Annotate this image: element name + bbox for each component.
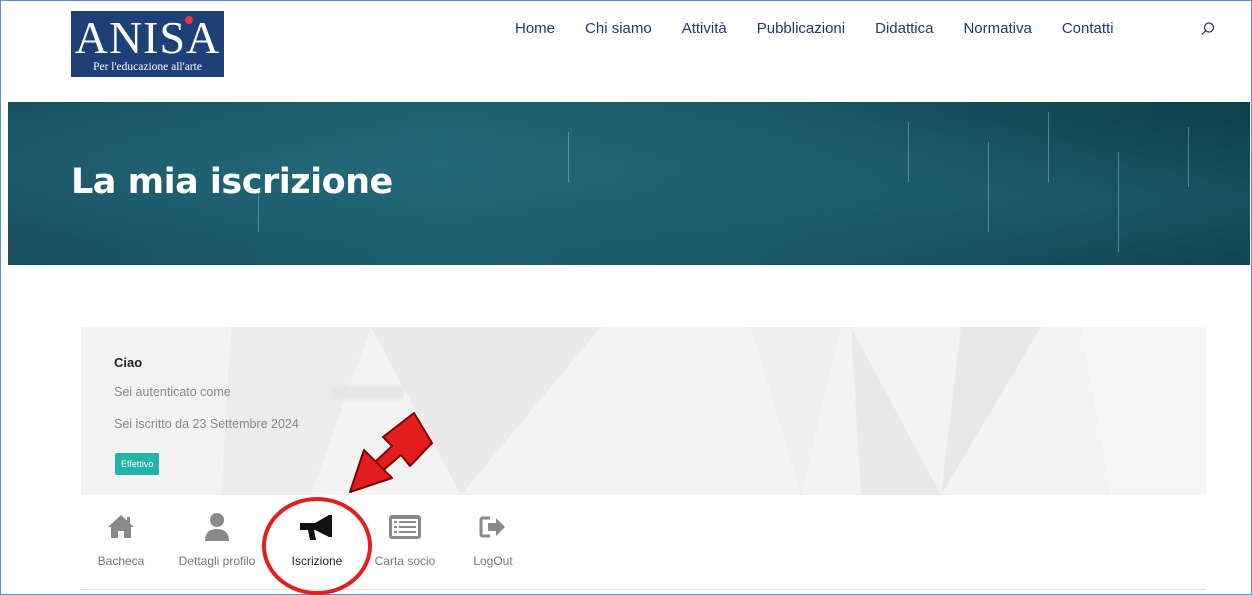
- logo-dot: [185, 16, 193, 24]
- tab-label: Carta socio: [374, 554, 436, 568]
- panel-background-shapes: [221, 327, 1206, 495]
- greeting-text: Ciao: [114, 355, 143, 370]
- user-icon: [205, 513, 229, 541]
- logo-text: ANISA: [74, 12, 221, 63]
- main-nav: Home Chi siamo Attività Pubblicazioni Di…: [515, 20, 1144, 38]
- megaphone-icon: [300, 515, 332, 540]
- home-icon: [108, 515, 134, 538]
- page-frame: [0, 0, 1252, 595]
- tab-label: Bacheca: [97, 554, 145, 568]
- tab-label: Dettagli profilo: [178, 554, 256, 568]
- auth-text: Sei autenticato come: [114, 385, 231, 399]
- tab-dettagli-profilo[interactable]: Dettagli profilo: [171, 510, 263, 568]
- page-title: La mia iscrizione: [71, 162, 393, 202]
- redacted-username: [332, 386, 404, 400]
- tab-bacheca[interactable]: Bacheca: [81, 510, 161, 568]
- nav-home[interactable]: Home: [515, 20, 555, 38]
- nav-normativa[interactable]: Normativa: [963, 20, 1031, 38]
- nav-pubblicazioni[interactable]: Pubblicazioni: [757, 20, 845, 38]
- tab-carta-socio[interactable]: Carta socio: [369, 510, 441, 568]
- nav-attivita[interactable]: Attività: [682, 20, 727, 38]
- account-panel: Ciao Sei autenticato come Sei iscritto d…: [81, 327, 1206, 495]
- page-banner: La mia iscrizione: [8, 102, 1250, 265]
- logo-tagline: Per l'educazione all'arte: [93, 61, 202, 73]
- tab-label: Iscrizione: [291, 554, 343, 568]
- account-tabs: Bacheca Dettagli profilo Iscrizione Cart…: [81, 510, 1206, 590]
- status-badge: Effettivo: [115, 453, 160, 475]
- tab-iscrizione[interactable]: Iscrizione: [281, 510, 353, 568]
- search-icon[interactable]: [1200, 21, 1216, 37]
- nav-didattica[interactable]: Didattica: [875, 20, 933, 38]
- nav-contatti[interactable]: Contatti: [1062, 20, 1114, 38]
- nav-chi-siamo[interactable]: Chi siamo: [585, 20, 652, 38]
- card-list-icon: [389, 515, 421, 539]
- tabs-divider: [81, 589, 1206, 590]
- tab-logout[interactable]: LogOut: [463, 510, 523, 568]
- tab-label: LogOut: [473, 554, 513, 568]
- member-since-text: Sei iscritto da 23 Settembre 2024: [114, 417, 299, 431]
- site-logo[interactable]: ANISA Per l'educazione all'arte: [71, 11, 224, 77]
- logout-icon: [479, 516, 505, 538]
